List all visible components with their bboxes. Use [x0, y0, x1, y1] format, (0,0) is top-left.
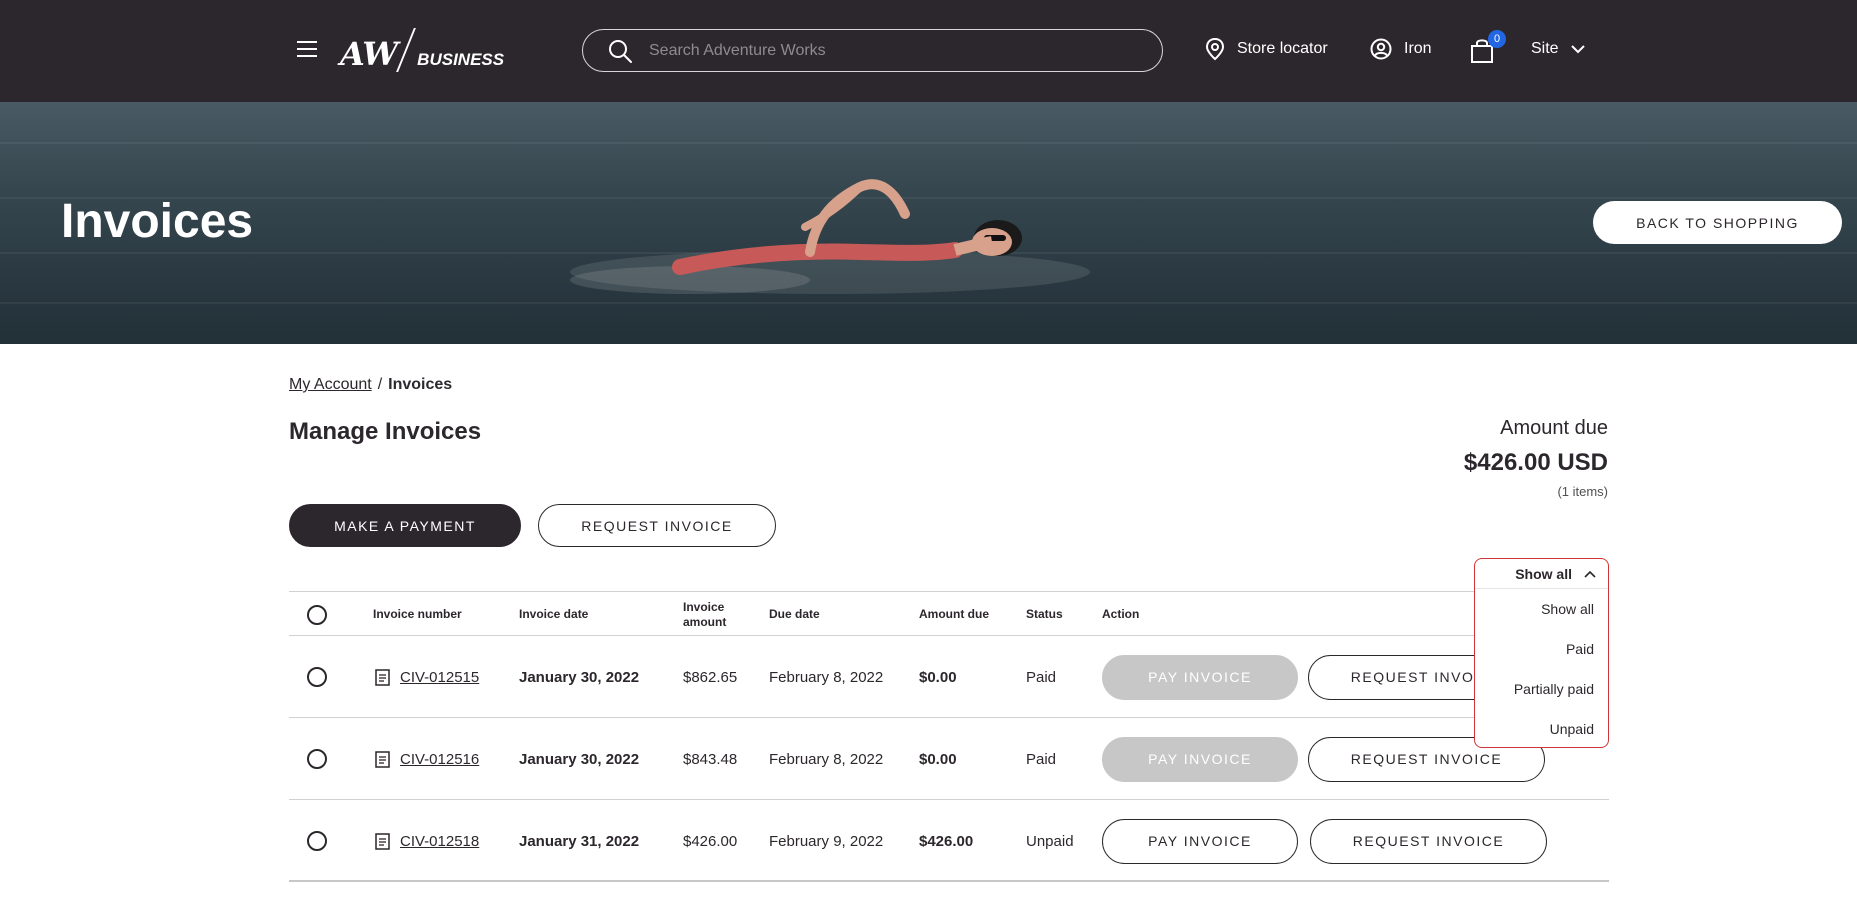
- due-date: February 8, 2022: [769, 668, 884, 686]
- header-invoice-amount: Invoice amount: [683, 599, 727, 629]
- status: Paid: [1026, 668, 1057, 686]
- amount-due-items: (1 items): [1557, 484, 1608, 499]
- logo-text: BUSINESS: [417, 50, 505, 69]
- pay-invoice-button[interactable]: PAY INVOICE: [1102, 818, 1298, 864]
- search-box[interactable]: [582, 29, 1163, 72]
- hamburger-icon[interactable]: [297, 41, 317, 57]
- user-circle-icon: [1370, 38, 1392, 60]
- due-date: February 9, 2022: [769, 832, 884, 850]
- back-to-shopping-button[interactable]: BACK TO SHOPPING: [1593, 201, 1842, 244]
- amount-due-value: $426.00 USD: [1463, 449, 1608, 476]
- document-icon: [375, 668, 390, 686]
- invoice-date: January 30, 2022: [519, 750, 640, 768]
- row-select-radio[interactable]: [307, 667, 327, 687]
- row-request-invoice-button[interactable]: REQUEST INVOICE: [1310, 818, 1547, 864]
- header-invoice-date: Invoice date: [519, 607, 589, 621]
- table-header-row: Invoice number Invoice date Invoice amou…: [289, 591, 1609, 636]
- swimmer-image: [570, 179, 1090, 294]
- header-action: Action: [1102, 607, 1140, 621]
- request-invoice-button[interactable]: REQUEST INVOICE: [538, 504, 776, 547]
- breadcrumb-current: Invoices: [388, 376, 453, 393]
- chevron-up-icon: [1584, 570, 1596, 578]
- amount-due: $426.00: [919, 832, 974, 850]
- make-payment-button[interactable]: MAKE A PAYMENT: [289, 504, 521, 547]
- amount-due: $0.00: [919, 750, 957, 768]
- status: Paid: [1026, 750, 1057, 768]
- filter-option-partially-paid[interactable]: Partially paid: [1475, 669, 1608, 709]
- row-select-radio[interactable]: [307, 831, 327, 851]
- document-icon: [375, 750, 390, 768]
- account-menu[interactable]: Iron: [1370, 36, 1432, 62]
- amount-due: $0.00: [919, 668, 957, 686]
- search-input[interactable]: [649, 41, 1129, 60]
- invoice-number-link[interactable]: CIV-012518: [400, 833, 479, 850]
- filter-option-show-all[interactable]: Show all: [1475, 589, 1608, 629]
- due-date: February 8, 2022: [769, 750, 884, 768]
- hero-title: Invoices: [61, 195, 254, 248]
- status-filter-toggle[interactable]: Show all: [1475, 559, 1608, 589]
- filter-option-paid[interactable]: Paid: [1475, 629, 1608, 669]
- store-locator-link[interactable]: Store locator: [1205, 36, 1328, 62]
- pay-invoice-button[interactable]: PAY INVOICE: [1102, 654, 1298, 700]
- table-row: CIV-012515 January 30, 2022 $862.65 Febr…: [289, 636, 1609, 718]
- invoice-amount: $426.00: [683, 832, 738, 850]
- invoice-amount: $843.48: [683, 750, 738, 768]
- site-selector[interactable]: Site: [1531, 36, 1585, 62]
- user-name: Iron: [1404, 40, 1432, 57]
- breadcrumb-separator: /: [377, 376, 383, 393]
- filter-option-unpaid[interactable]: Unpaid: [1475, 709, 1608, 749]
- chevron-down-icon: [1570, 45, 1585, 54]
- search-icon[interactable]: [607, 38, 633, 64]
- table-row: CIV-012518 January 31, 2022 $426.00 Febr…: [289, 800, 1609, 882]
- breadcrumb-my-account-link[interactable]: My Account: [289, 376, 372, 394]
- page-title: Manage Invoices: [289, 418, 482, 445]
- logo-divider: [396, 28, 417, 72]
- cart-count-badge: 0: [1488, 30, 1506, 48]
- location-pin-icon: [1205, 37, 1225, 61]
- invoice-table: Invoice number Invoice date Invoice amou…: [289, 591, 1609, 882]
- invoice-date: January 30, 2022: [519, 668, 640, 686]
- header-amount-due: Amount due: [919, 607, 989, 621]
- status-filter-selected: Show all: [1515, 565, 1572, 582]
- invoice-date: January 31, 2022: [519, 832, 640, 850]
- site-logo[interactable]: AW BUSINESS: [340, 28, 504, 72]
- invoice-amount: $862.65: [683, 668, 738, 686]
- site-label: Site: [1531, 40, 1559, 57]
- table-row: CIV-012516 January 30, 2022 $843.48 Febr…: [289, 718, 1609, 800]
- pay-invoice-button[interactable]: PAY INVOICE: [1102, 736, 1298, 782]
- top-header: AW BUSINESS Store locator Iron 0 Site: [0, 0, 1857, 102]
- invoice-number-link[interactable]: CIV-012516: [400, 751, 479, 768]
- header-invoice-number: Invoice number: [373, 607, 462, 621]
- document-icon: [375, 832, 390, 850]
- hero-banner: Invoices: [0, 102, 1857, 344]
- breadcrumb: My Account / Invoices: [289, 376, 452, 394]
- logo-mark: AW: [340, 35, 398, 73]
- amount-due-label: Amount due: [1500, 417, 1608, 439]
- status: Unpaid: [1026, 832, 1074, 850]
- header-due-date: Due date: [769, 607, 820, 621]
- select-all-checkbox[interactable]: [307, 592, 327, 637]
- store-locator-label: Store locator: [1237, 40, 1328, 57]
- row-select-radio[interactable]: [307, 749, 327, 769]
- invoice-number-link[interactable]: CIV-012515: [400, 669, 479, 686]
- status-filter-dropdown[interactable]: Show all Show all Paid Partially paid Un…: [1474, 558, 1609, 748]
- header-status: Status: [1026, 607, 1063, 621]
- select-all-radio[interactable]: [307, 604, 327, 625]
